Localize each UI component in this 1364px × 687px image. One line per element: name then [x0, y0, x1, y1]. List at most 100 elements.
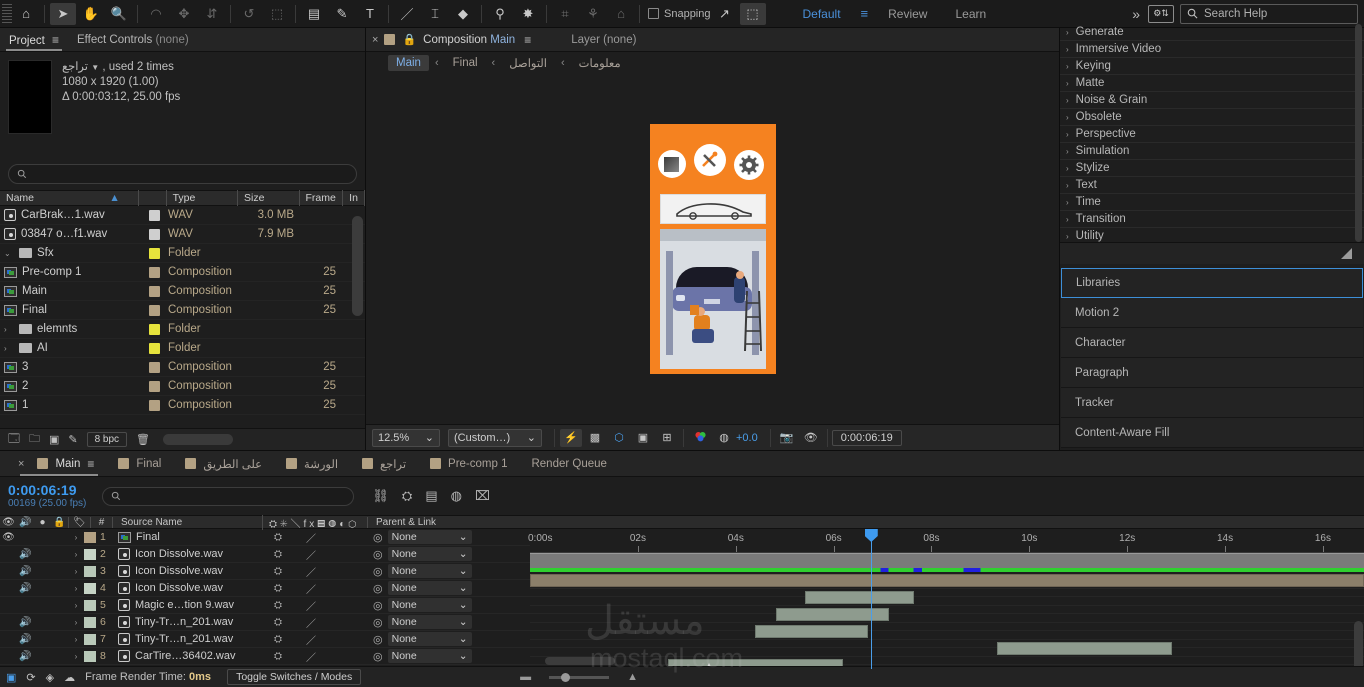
project-row[interactable]: ›elemntsFolder	[0, 320, 365, 339]
speaker-icon[interactable]: 🔊	[17, 651, 34, 662]
chevron-right-icon[interactable]: ›	[1066, 96, 1069, 105]
view-axis-mode-icon[interactable]: ⌂	[608, 3, 634, 25]
layer-label-swatch[interactable]	[84, 566, 96, 577]
project-row[interactable]: MainComposition25	[0, 282, 365, 301]
effect-category[interactable]: ›Matte	[1060, 75, 1364, 92]
tab-project[interactable]: Project ≡	[0, 28, 68, 52]
composition-viewer[interactable]	[366, 74, 1059, 424]
panel-tab-libraries[interactable]: Libraries	[1061, 268, 1363, 298]
eraser-tool[interactable]: ◆	[450, 3, 476, 25]
quality-icon[interactable]: ／	[306, 547, 316, 562]
layer-duration-bar[interactable]	[805, 591, 913, 604]
column-label[interactable]	[139, 190, 167, 206]
label-swatch[interactable]	[149, 229, 160, 240]
label-swatch[interactable]	[149, 381, 160, 392]
panel-tab-tracker[interactable]: Tracker	[1061, 388, 1363, 418]
timeline-track-row[interactable]	[530, 623, 1364, 640]
label-swatch[interactable]	[149, 286, 160, 297]
twirl-icon[interactable]: ⌄	[4, 249, 14, 258]
pan-behind-tool[interactable]: ⇵	[199, 3, 225, 25]
column-name[interactable]: Name ▲	[0, 190, 139, 206]
hand-tool[interactable]: ✋	[78, 3, 104, 25]
source-name-column[interactable]: Source Name	[112, 517, 262, 528]
quality-icon[interactable]: ／	[306, 530, 316, 545]
layer-label-swatch[interactable]	[84, 617, 96, 628]
close-icon[interactable]: ×	[366, 34, 384, 46]
breadcrumb-item[interactable]: التواصل	[501, 54, 555, 72]
shy-icon[interactable]: ⛭	[274, 583, 282, 594]
project-footer-slider[interactable]	[163, 434, 233, 445]
timeline-track-row[interactable]	[530, 589, 1364, 606]
motion-blur-icon[interactable]: ▤	[425, 488, 437, 504]
timeline-vertical-scrollbar[interactable]	[1354, 621, 1363, 669]
parent-dropdown[interactable]: None⌄	[388, 564, 472, 578]
chevron-right-icon[interactable]: ›	[1066, 232, 1069, 241]
project-search-input[interactable]	[8, 164, 357, 184]
channel-icon[interactable]	[689, 429, 711, 447]
layer-label-swatch[interactable]	[84, 634, 96, 645]
timeline-search-input[interactable]	[102, 487, 354, 506]
panel-menu-icon[interactable]: ≡	[524, 33, 531, 47]
zoom-tool[interactable]: 🔍	[106, 3, 132, 25]
project-row[interactable]: ⌄SfxFolder	[0, 244, 365, 263]
composition-canvas[interactable]	[650, 124, 776, 374]
project-row[interactable]: Pre-comp 1Composition25	[0, 263, 365, 282]
tab-effect-controls[interactable]: Effect Controls (none)	[68, 28, 198, 52]
panel-tab-content-aware-fill[interactable]: Content-Aware Fill	[1061, 418, 1363, 448]
column-type[interactable]: Type	[167, 190, 238, 206]
toolbar-grip[interactable]	[2, 4, 12, 24]
bit-depth-button[interactable]: 8 bpc	[87, 432, 127, 447]
layer-tab-label[interactable]: Layer (none)	[571, 34, 636, 46]
effect-category[interactable]: ›Stylize	[1060, 160, 1364, 177]
world-axis-mode-icon[interactable]: ⚘	[580, 3, 606, 25]
project-row[interactable]: CarBrak…1.wavWAV3.0 MB	[0, 206, 365, 225]
panel-menu-icon[interactable]: ≡	[87, 457, 94, 471]
label-swatch[interactable]	[149, 362, 160, 373]
chevron-right-icon[interactable]: ›	[1066, 113, 1069, 122]
layer-label-swatch[interactable]	[84, 651, 96, 662]
layer-duration-bar[interactable]	[530, 574, 1364, 587]
rotate-brush-tool[interactable]: ↺	[236, 3, 262, 25]
delete-icon[interactable]: 🗑	[136, 433, 150, 446]
home-icon[interactable]: ⌂	[13, 3, 39, 25]
speaker-icon[interactable]: 🔊	[17, 583, 34, 594]
shy-icon[interactable]: ⛭	[274, 600, 282, 611]
composition-button-icon[interactable]: ▣	[6, 671, 16, 684]
column-frame-rate[interactable]: Frame R…	[300, 190, 344, 206]
shy-icon[interactable]: ⛭	[274, 532, 282, 543]
timeline-horizontal-scrollbar[interactable]	[545, 657, 615, 665]
effect-category[interactable]: ›Text	[1060, 177, 1364, 194]
speaker-icon[interactable]: 🔊	[17, 566, 34, 577]
project-row[interactable]: FinalComposition25	[0, 301, 365, 320]
effect-category[interactable]: ›Utility	[1060, 228, 1364, 242]
parent-pickwhip-icon[interactable]: ◎	[373, 599, 383, 612]
parent-dropdown[interactable]: None⌄	[388, 649, 472, 663]
parent-pickwhip-icon[interactable]: ◎	[373, 633, 383, 646]
grid-guides-icon[interactable]: ⊞	[656, 429, 678, 447]
workspace-review[interactable]: Review	[874, 4, 941, 24]
label-swatch[interactable]	[149, 400, 160, 411]
snap-box-icon[interactable]: ⬚	[740, 3, 766, 25]
quality-icon[interactable]: ／	[306, 632, 316, 647]
parent-pickwhip-icon[interactable]: ◎	[373, 616, 383, 629]
parent-dropdown[interactable]: None⌄	[388, 530, 472, 544]
parent-pickwhip-icon[interactable]: ◎	[373, 582, 383, 595]
solo-icon[interactable]: ●	[34, 517, 51, 528]
timeline-tab[interactable]: Final	[106, 451, 173, 477]
composition-mini-flowchart-icon[interactable]: ⛓	[372, 488, 389, 504]
twirl-icon[interactable]: ›	[68, 567, 84, 576]
lock-icon[interactable]: 🔒	[402, 33, 416, 46]
shy-icon[interactable]: ⛭	[274, 634, 282, 645]
new-composition-icon[interactable]: 🗔	[8, 430, 20, 449]
project-row[interactable]: 3Composition25	[0, 358, 365, 377]
parent-dropdown[interactable]: None⌄	[388, 581, 472, 595]
parent-link-column[interactable]: Parent & Link	[367, 517, 507, 528]
tag-icon[interactable]: 🏷	[68, 517, 90, 528]
parent-dropdown[interactable]: None⌄	[388, 547, 472, 561]
layer-number-column[interactable]: #	[90, 517, 112, 528]
layer-label-swatch[interactable]	[84, 532, 96, 543]
layer-label-swatch[interactable]	[84, 600, 96, 611]
layer-duration-bar[interactable]	[997, 642, 1172, 655]
new-folder-icon[interactable]: 🗀	[29, 430, 40, 449]
workspace-learn[interactable]: Learn	[941, 4, 1000, 24]
